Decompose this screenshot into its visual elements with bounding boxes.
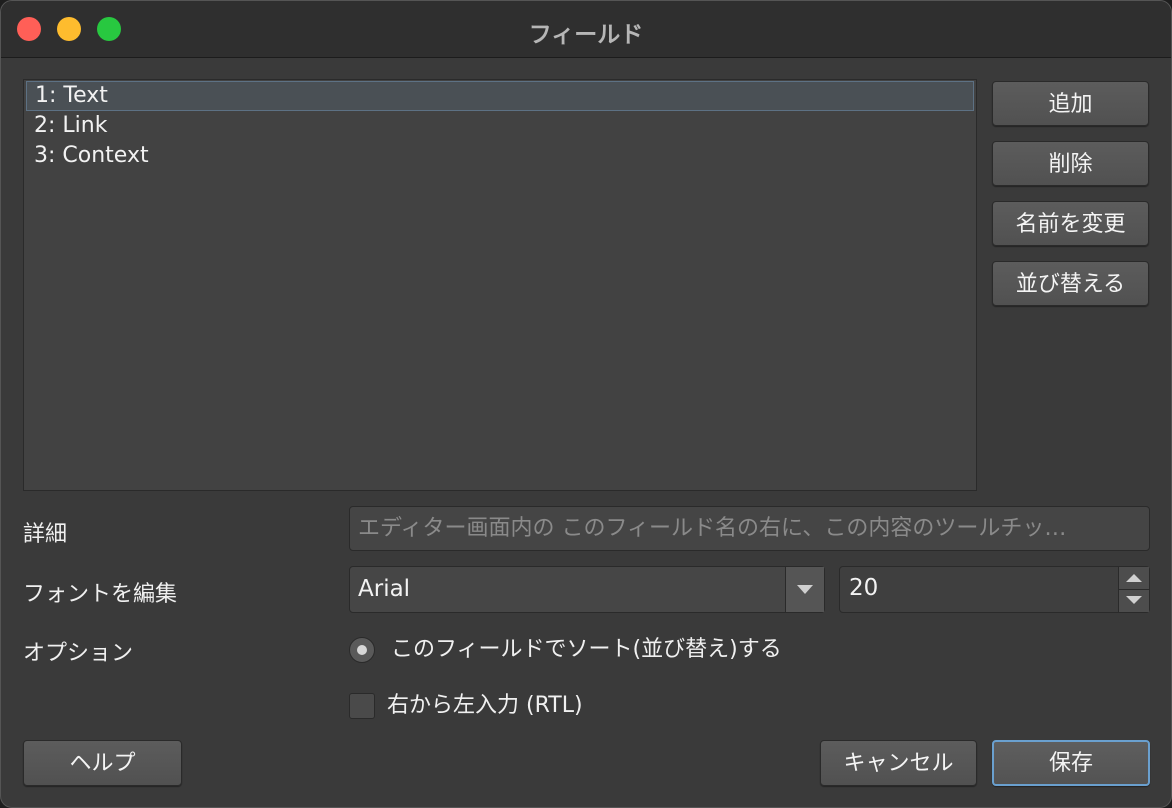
save-button[interactable]: 保存 [992, 740, 1150, 786]
font-size-increment-button[interactable] [1119, 567, 1149, 590]
font-size-decrement-button[interactable] [1119, 590, 1149, 612]
font-select-value: Arial [358, 576, 411, 602]
add-button[interactable]: 追加 [992, 81, 1149, 126]
description-label: 詳細 [23, 522, 68, 547]
spinbox-buttons [1118, 567, 1149, 612]
arrow-up-icon [1126, 574, 1142, 582]
rename-button[interactable]: 名前を変更 [992, 201, 1149, 246]
options-label: オプション [23, 641, 134, 666]
sort-radio-button[interactable] [349, 637, 375, 663]
delete-button[interactable]: 削除 [992, 141, 1149, 186]
title-bar: フィールド [1, 1, 1171, 58]
cancel-button[interactable]: キャンセル [820, 740, 977, 786]
field-list-item-link[interactable]: 2: Link [26, 111, 974, 141]
fields-dialog: フィールド 1: Text 2: Link 3: Context 追加 削除 名… [0, 0, 1172, 808]
rtl-checkbox[interactable] [349, 693, 375, 719]
field-list-item-text[interactable]: 1: Text [26, 81, 974, 111]
radio-dot-icon [357, 645, 367, 655]
help-button[interactable]: ヘルプ [23, 740, 182, 786]
font-size-spinbox[interactable]: 20 [839, 566, 1150, 613]
field-list-item-context[interactable]: 3: Context [26, 141, 974, 171]
font-label: フォントを編集 [23, 582, 178, 607]
arrow-down-icon [1126, 596, 1142, 604]
sort-option-label[interactable]: このフィールドでソート(並び替え)する [391, 635, 782, 665]
description-input[interactable]: エディター画面内の このフィールド名の右に、この内容のツールチッ… [349, 506, 1150, 551]
reorder-button[interactable]: 並び替える [992, 261, 1149, 306]
window-title: フィールド [528, 22, 644, 48]
field-list[interactable]: 1: Text 2: Link 3: Context [23, 79, 977, 491]
font-size-value: 20 [849, 575, 879, 601]
chevron-down-icon [797, 585, 813, 594]
rtl-option-label[interactable]: 右から左入力 (RTL) [387, 691, 583, 721]
font-select[interactable]: Arial [349, 566, 825, 613]
font-dropdown-button[interactable] [785, 567, 824, 612]
